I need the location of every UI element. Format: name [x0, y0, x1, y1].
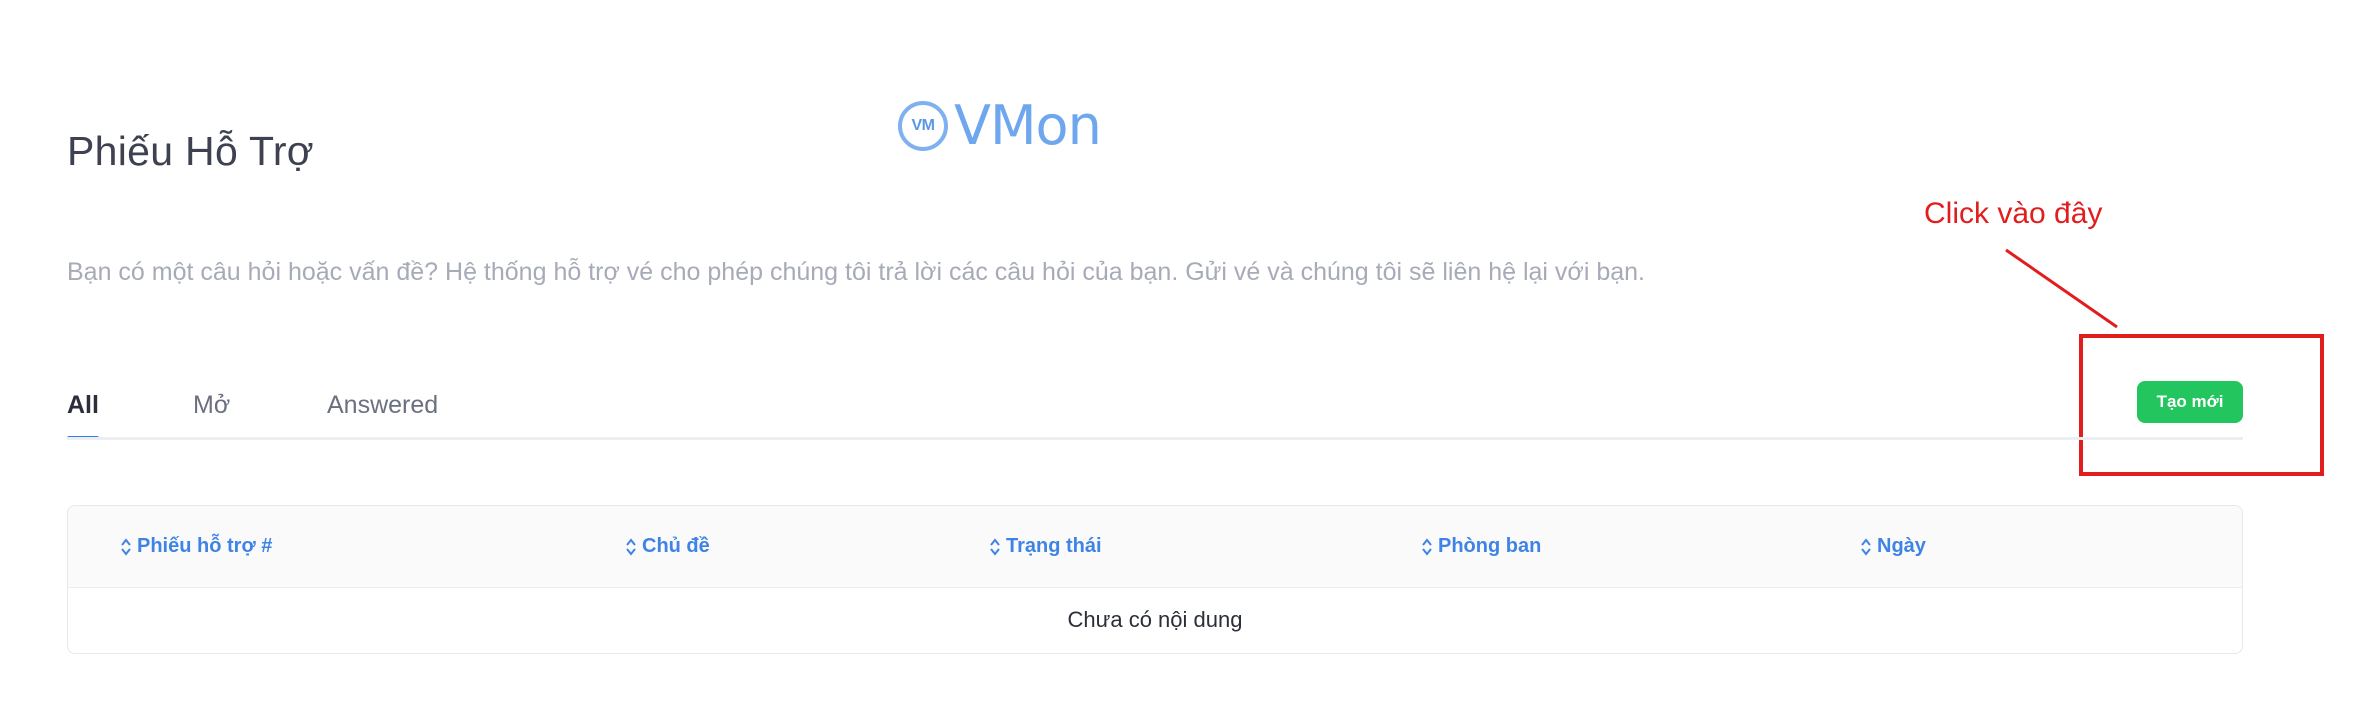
column-ticket-number-label: Phiếu hỗ trợ # [137, 535, 273, 557]
create-ticket-button[interactable]: Tạo mới [2137, 381, 2243, 423]
tab-open-label: Mở [193, 391, 231, 419]
annotation-label: Click vào đây [1924, 197, 2103, 230]
annotation-arrow-line [2005, 248, 2118, 329]
page-title: Phiếu Hỗ Trợ [67, 128, 314, 174]
tabs-divider [67, 437, 2243, 440]
vmon-logo: VM VMon [898, 94, 1102, 158]
table-empty-state: Chưa có nội dung [1067, 607, 1243, 632]
column-subject-label: Chủ đề [642, 535, 710, 557]
sort-icon [1422, 537, 1432, 556]
column-status-label: Trạng thái [1006, 535, 1102, 557]
sort-icon [1861, 537, 1871, 556]
logo-badge: VM [898, 101, 948, 151]
column-department-label: Phòng ban [1438, 535, 1542, 557]
logo-badge-text: VM [911, 117, 936, 134]
sort-icon [990, 537, 1000, 556]
tab-all-label: All [67, 391, 99, 419]
page-description: Bạn có một câu hỏi hoặc vấn đề? Hệ thống… [67, 258, 1645, 286]
column-ticket-number[interactable]: Phiếu hỗ trợ # [120, 506, 272, 587]
column-subject[interactable]: Chủ đề [625, 506, 710, 587]
tickets-table: Phiếu hỗ trợ # Chủ đề Trạng thái Phòng b… [67, 505, 2243, 654]
column-date[interactable]: Ngày [1860, 506, 1926, 587]
tab-open[interactable]: Mở [193, 384, 230, 440]
table-header: Phiếu hỗ trợ # Chủ đề Trạng thái Phòng b… [68, 506, 2242, 588]
logo-text: VMon [954, 94, 1102, 157]
tab-answered-label: Answered [327, 391, 439, 419]
sort-icon [626, 537, 636, 556]
sort-icon [121, 537, 131, 556]
tab-all[interactable]: All [67, 384, 99, 440]
column-department[interactable]: Phòng ban [1421, 506, 1541, 587]
column-date-label: Ngày [1877, 535, 1926, 557]
column-status[interactable]: Trạng thái [989, 506, 1102, 587]
ticket-tabs: All Mở Answered [67, 384, 2243, 442]
tab-answered[interactable]: Answered [327, 384, 438, 440]
